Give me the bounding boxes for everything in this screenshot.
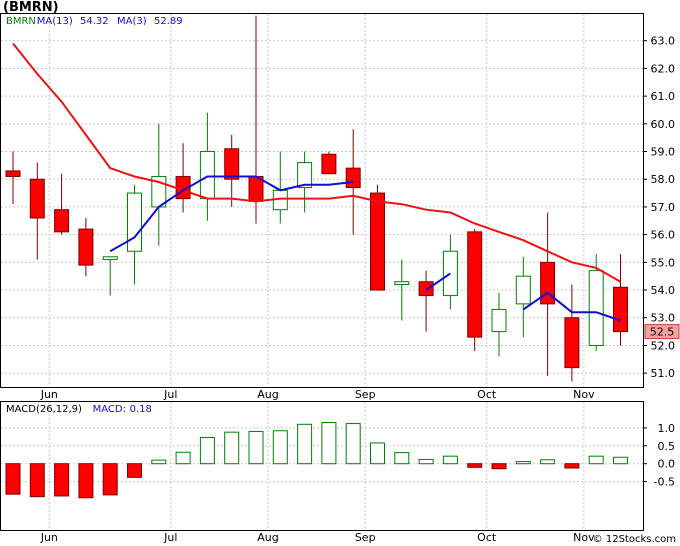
price-y-tick-label: 51.0 — [651, 367, 676, 380]
candle-body-up — [588, 270, 604, 346]
macd-panel: 1.00.50.0-0.5Jun Jul Aug Sep Oct NovMACD(26,1… — [0, 401, 676, 544]
candle-body-down — [78, 228, 94, 266]
price-x-tick-label: Oct — [477, 388, 497, 401]
price-y-tick-label: 53.0 — [651, 312, 676, 325]
price-y-tick-label: 57.0 — [651, 201, 676, 214]
price-x-tick-label: Sep — [355, 388, 376, 401]
candle-body-down — [29, 178, 45, 219]
macd-x-tick-label: Oct — [477, 531, 497, 544]
macd-bar-positive — [418, 458, 434, 465]
price-y-tick-label: 61.0 — [651, 90, 676, 103]
last-price-label: 52.5 — [650, 326, 675, 339]
macd-bar-positive — [613, 456, 628, 465]
watermark: © 12Stocks.com — [592, 534, 676, 545]
macd-x-tick-label: Jun — [40, 531, 58, 544]
macd-legend-entry: 0.18 — [130, 404, 152, 415]
price-legend-entry: 52.89 — [154, 16, 183, 27]
macd-bar-negative — [102, 463, 118, 496]
macd-bar-positive — [370, 442, 385, 465]
macd-bar-positive — [175, 451, 191, 465]
macd-bar-negative — [491, 463, 507, 470]
candle-body-down — [564, 317, 580, 369]
macd-bar-negative — [78, 463, 94, 499]
price-legend-entry: MA(3) — [117, 16, 147, 27]
candle-body-down — [54, 209, 70, 233]
candle-body-up — [394, 281, 410, 285]
candle-body-down — [613, 286, 628, 333]
candle-body-down — [224, 148, 240, 180]
macd-bar-negative — [467, 463, 483, 468]
macd-bar-positive — [224, 431, 240, 465]
macd-y-tick-label: -0.5 — [654, 476, 675, 489]
price-y-tick-label: 59.0 — [651, 146, 676, 159]
macd-bar-negative — [127, 463, 142, 478]
macd-bar-positive — [248, 430, 264, 465]
macd-frame — [0, 401, 644, 531]
candle-body-down — [370, 192, 385, 291]
macd-y-tick-label: 1.0 — [658, 422, 676, 435]
price-y-tick-label: 63.0 — [651, 35, 676, 48]
price-panel: 51.0 52.0 53.0 54.0 55.0 56.0 57.0 58.0 59.0 60.0… — [0, 13, 680, 401]
macd-bar-positive — [394, 452, 410, 465]
candle-body-up — [297, 162, 313, 189]
candle-body-up — [127, 192, 142, 252]
price-legend-entry: BMRN — [6, 16, 36, 27]
price-y-tick-label: 55.0 — [651, 256, 676, 269]
macd-x-tick-label: Sep — [355, 531, 376, 544]
macd-legend-entry: MACD: — [93, 404, 126, 415]
macd-bar-negative — [29, 463, 45, 498]
price-y-tick-label: 54.0 — [651, 284, 676, 297]
price-x-tick-label: Jul — [163, 388, 177, 401]
price-frame — [0, 13, 644, 388]
macd-bar-positive — [515, 461, 531, 465]
candle-body-down — [5, 170, 21, 177]
macd-y-tick-label: 0.0 — [658, 458, 676, 471]
price-y-tick-label: 60.0 — [651, 118, 676, 131]
candle-body-down — [345, 167, 361, 189]
price-y-tick-label: 62.0 — [651, 62, 676, 75]
macd-x-tick-label: Aug — [257, 531, 278, 544]
candle-body-up — [491, 308, 507, 333]
macd-bar-positive — [540, 459, 556, 465]
price-y-tick-label: 52.0 — [651, 339, 676, 352]
macd-bar-negative — [564, 463, 580, 469]
macd-bar-positive — [199, 437, 215, 465]
candle-body-down — [467, 231, 483, 338]
macd-bar-negative — [5, 463, 21, 495]
price-x-tick-label: Aug — [257, 388, 278, 401]
candle-body-up — [102, 256, 118, 261]
macd-bar-positive — [345, 423, 361, 465]
macd-bar-positive — [442, 455, 458, 465]
macd-bar-positive — [151, 459, 167, 465]
macd-bar-negative — [54, 463, 70, 497]
chart-canvas: 51.0 52.0 53.0 54.0 55.0 56.0 57.0 58.0 59.0 60.0… — [0, 13, 680, 544]
macd-y-tick-label: 0.5 — [658, 440, 676, 453]
macd-bar-positive — [321, 422, 337, 465]
price-y-tick-label: 58.0 — [651, 173, 676, 186]
candle-body-up — [199, 151, 215, 200]
candle-body-up — [515, 275, 531, 305]
candle-body-down — [418, 281, 434, 297]
macd-bar-positive — [297, 423, 313, 465]
price-x-tick-label: Jun — [40, 388, 58, 401]
price-legend-entry: MA(13) — [37, 16, 73, 27]
macd-x-tick-label: Jul — [163, 531, 177, 544]
candle-body-down — [321, 153, 337, 175]
price-y-tick-label: 56.0 — [651, 229, 676, 242]
macd-bar-positive — [588, 455, 604, 465]
price-legend-entry: 54.32 — [80, 16, 109, 27]
macd-bar-positive — [272, 430, 288, 465]
macd-legend-entry: MACD(26,12,9) — [6, 404, 82, 415]
price-x-tick-label: Nov — [573, 388, 595, 401]
